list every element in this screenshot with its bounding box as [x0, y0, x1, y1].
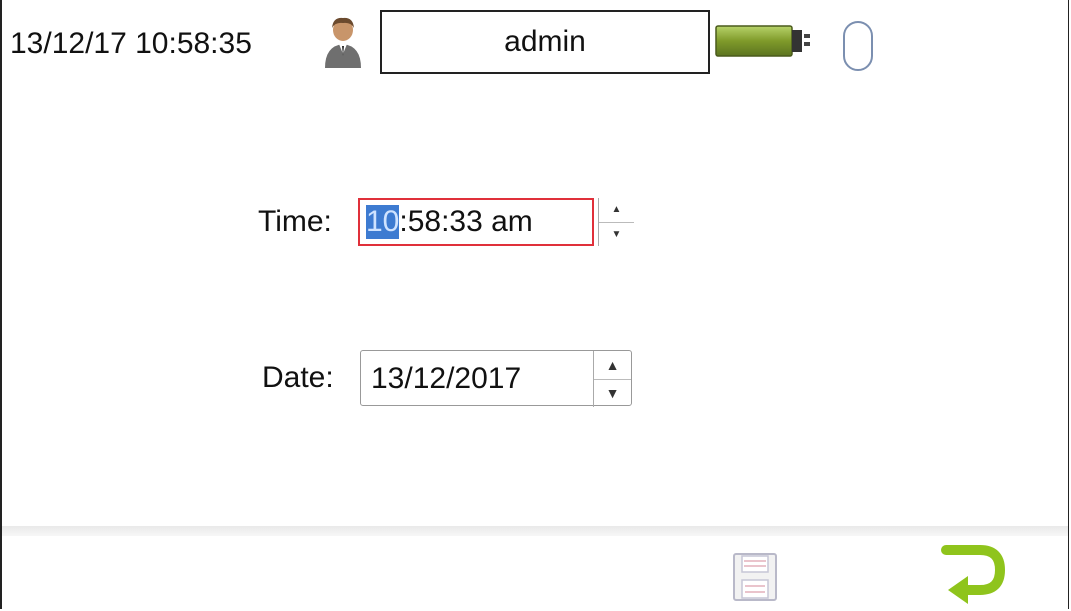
mouse-icon	[838, 18, 878, 74]
date-spinbox[interactable]: 13/12/2017 ▲ ▼	[360, 350, 632, 407]
date-decrement-button[interactable]: ▼	[594, 380, 631, 408]
save-button[interactable]	[730, 550, 780, 604]
date-spin-buttons[interactable]: ▲ ▼	[593, 351, 631, 407]
time-hour-selection[interactable]: 10	[366, 205, 400, 239]
down-arrow-icon: ▼	[605, 385, 620, 402]
time-spin-buttons[interactable]: ▲ ▼	[598, 198, 634, 246]
clock-display: 13/12/17 10:58:35	[10, 27, 252, 60]
time-spinbox[interactable]: 10:58:33 am ▲ ▼	[358, 198, 634, 246]
time-rest: :58:33 am	[399, 205, 533, 238]
return-arrow-icon	[941, 545, 1006, 604]
time-input[interactable]: 10:58:33 am	[358, 198, 594, 246]
time-label: Time:	[258, 205, 332, 238]
date-increment-button[interactable]: ▲	[594, 351, 631, 380]
time-decrement-button[interactable]: ▼	[599, 223, 634, 247]
app-frame	[0, 0, 1069, 609]
footer-divider	[2, 526, 1068, 536]
username-field[interactable]: admin	[380, 10, 710, 74]
down-arrow-icon: ▼	[611, 228, 622, 240]
date-input[interactable]: 13/12/2017	[371, 351, 521, 407]
save-icon	[733, 553, 777, 601]
time-increment-button[interactable]: ▲	[599, 198, 634, 223]
return-button[interactable]	[936, 544, 1008, 606]
user-icon	[322, 16, 364, 68]
date-label: Date:	[262, 361, 334, 394]
battery-icon	[714, 22, 814, 58]
up-arrow-icon: ▲	[605, 356, 620, 373]
up-arrow-icon: ▲	[611, 204, 622, 216]
